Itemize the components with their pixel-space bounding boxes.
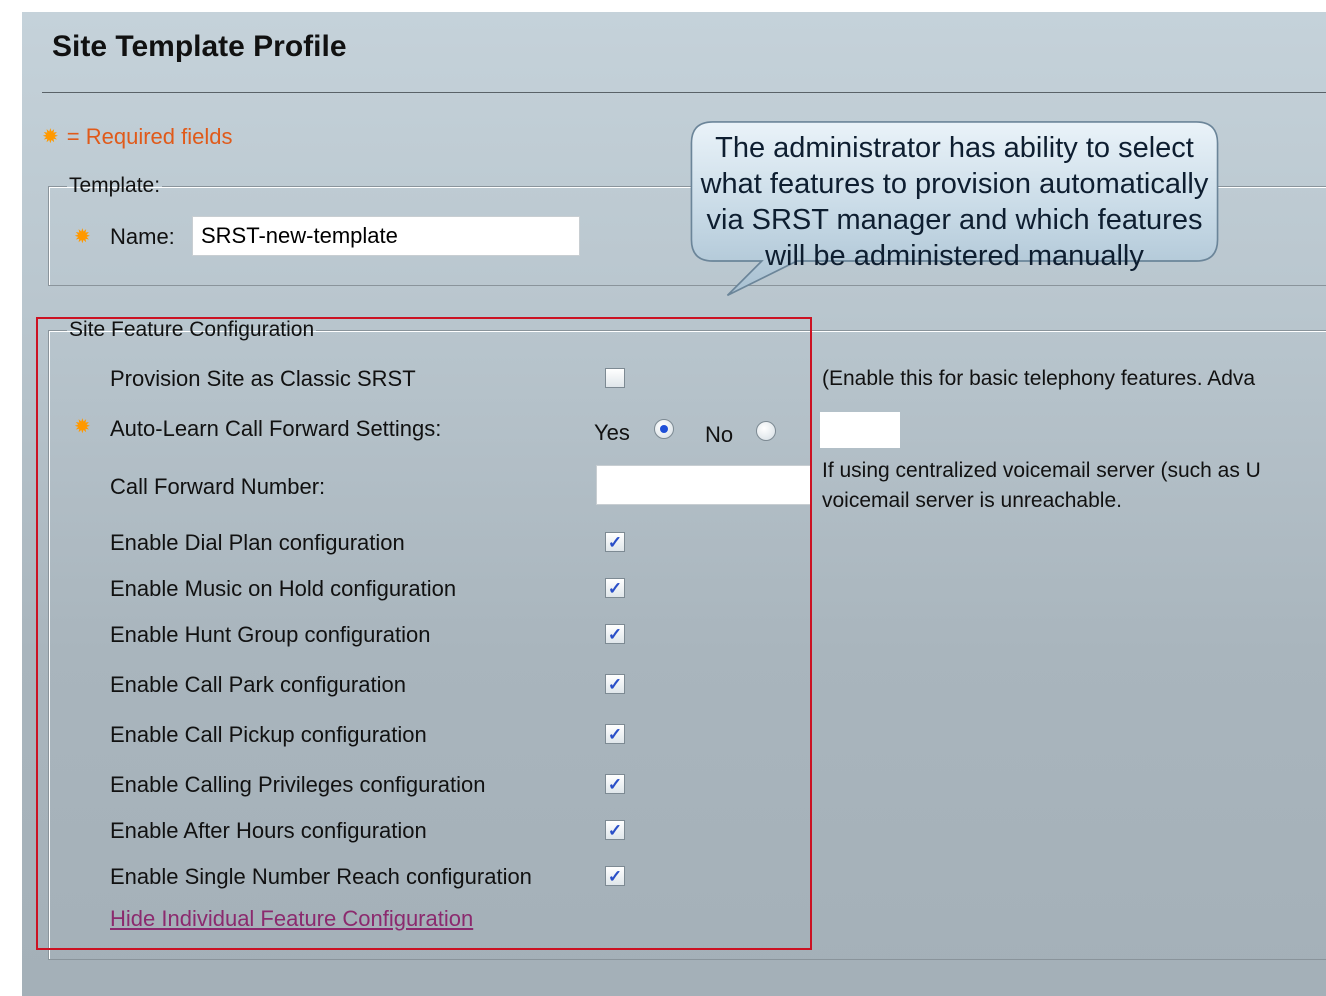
callout-line: The administrator has ability to select [715,132,1194,164]
page-title: Site Template Profile [52,30,347,63]
required-fields-text: = Required fields [66,124,233,149]
feature-highlight-box [36,317,812,950]
callout-text: The administrator has ability to select … [647,130,1262,274]
title-divider [42,92,1326,93]
callout-line: what features to provision automatically [700,168,1209,200]
auto-learn-side-field[interactable] [820,412,900,448]
call-forward-help-line-2: voicemail server is unreachable. [822,489,1122,512]
gear-icon: ✹ [74,226,91,248]
classic-srst-help-text: (Enable this for basic telephony feature… [822,367,1256,390]
template-name-input[interactable] [192,216,580,256]
call-forward-help-line-1: If using centralized voicemail server (s… [822,459,1261,482]
required-fields-legend: ✹ = Required fields [42,124,232,150]
callout-line: via SRST manager and which features [706,204,1203,236]
site-template-profile-page: Site Template Profile ✹ = Required field… [22,12,1326,996]
gear-icon: ✹ [42,126,59,148]
template-name-label: Name: [110,224,175,249]
callout-line: will be administered manually [765,240,1144,272]
template-legend: Template: [69,174,161,197]
